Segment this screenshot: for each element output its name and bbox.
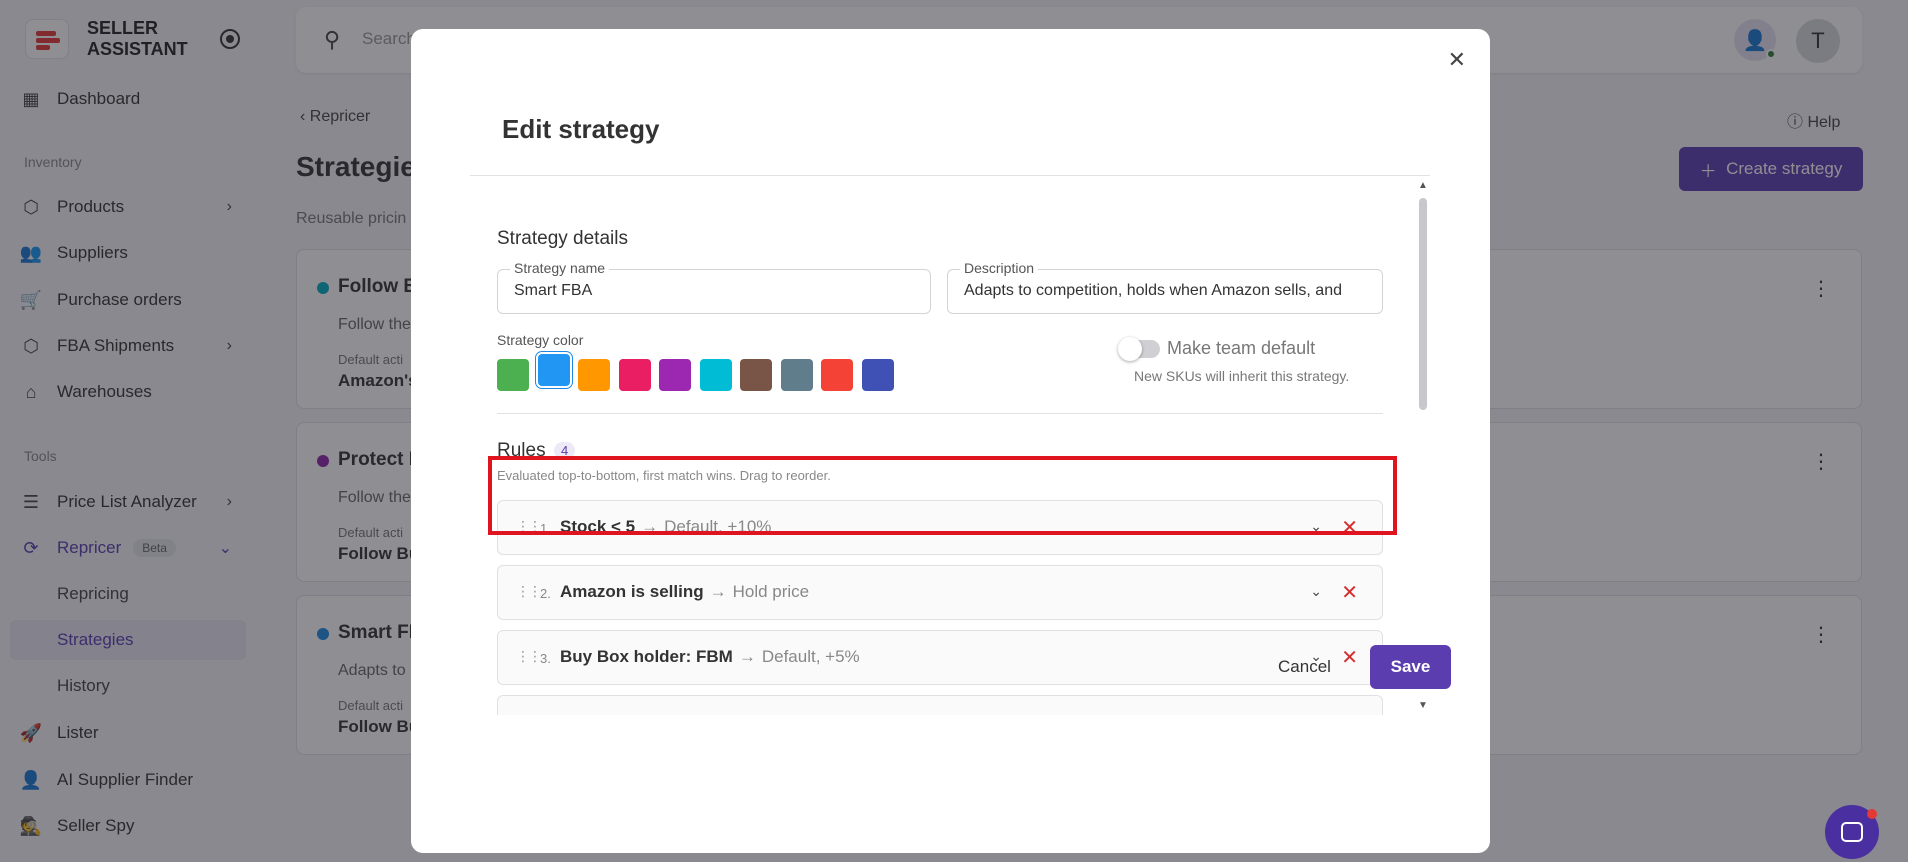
scroll-down-icon[interactable]: ▼ <box>1418 700 1428 711</box>
drag-handle-icon[interactable]: ⋮⋮ <box>516 713 542 715</box>
save-button[interactable]: Save <box>1370 645 1451 689</box>
color-swatch[interactable] <box>618 359 651 391</box>
scrollbar[interactable]: ▲ ▼ <box>1416 176 1430 715</box>
strategy-name-field[interactable]: Strategy name Smart FBA <box>497 260 931 314</box>
field-value: Smart FBA <box>514 282 593 299</box>
field-label: Strategy name <box>510 260 610 276</box>
color-swatch[interactable] <box>497 359 529 391</box>
delete-x-icon[interactable]: ✕ <box>1341 580 1358 605</box>
field-label: Description <box>960 260 1039 276</box>
rule-number: 2. <box>540 586 551 601</box>
field-value: Adapts to competition, holds when Amazon… <box>964 282 1342 299</box>
team-default-hint: New SKUs will inherit this strategy. <box>1134 368 1350 384</box>
color-swatch[interactable] <box>740 359 772 391</box>
notification-dot <box>1867 809 1877 819</box>
delete-x-icon[interactable]: ✕ <box>1341 710 1358 715</box>
close-icon[interactable]: ✕ <box>1448 47 1466 73</box>
drag-handle-icon[interactable]: ⋮⋮ <box>516 583 542 600</box>
color-swatch[interactable] <box>861 359 894 391</box>
rule-condition: No competition <box>560 712 684 715</box>
team-default-label: Make team default <box>1167 338 1316 358</box>
rule-summary: Buy Box holder: FBM → Default, +5% <box>560 647 860 667</box>
color-swatch[interactable] <box>659 359 691 391</box>
rule-summary: No competition → Hold price <box>560 712 789 715</box>
color-swatch[interactable] <box>699 359 732 391</box>
cancel-button[interactable]: Cancel <box>1257 645 1352 689</box>
arrow-icon: → <box>690 712 707 715</box>
team-default-toggle[interactable] <box>1118 337 1160 361</box>
rule-condition: Buy Box holder: FBM <box>560 647 733 666</box>
color-swatch[interactable] <box>821 359 853 391</box>
rule-summary: Amazon is selling → Hold price <box>560 582 809 602</box>
chat-button[interactable] <box>1825 805 1879 859</box>
strategy-details-heading: Strategy details <box>497 228 628 249</box>
modal-title: Edit strategy <box>502 114 660 144</box>
color-swatch[interactable] <box>537 354 570 386</box>
rule-action: Hold price <box>732 582 810 601</box>
description-field[interactable]: Description Adapts to competition, holds… <box>947 260 1383 314</box>
rule-condition: Amazon is selling <box>560 582 704 601</box>
arrow-icon: → <box>709 582 727 601</box>
edit-strategy-modal: ✕ Edit strategy Strategy details Strateg… <box>411 29 1490 853</box>
rule-number: 3. <box>540 651 551 666</box>
rule-action: Default, +5% <box>761 647 860 666</box>
rule-row[interactable]: ⋮⋮ 3. Buy Box holder: FBM → Default, +5% ⌄ ✕ <box>497 630 1383 685</box>
rule-row[interactable]: ⋮⋮4.No competition→Hold price⌄✕ <box>497 695 1383 715</box>
color-swatch[interactable] <box>780 359 813 391</box>
chat-icon <box>1841 822 1863 842</box>
scroll-up-icon[interactable]: ▲ <box>1418 180 1428 191</box>
divider <box>497 413 1383 414</box>
chevron-down-icon[interactable]: ⌄ <box>1310 713 1322 715</box>
color-swatch[interactable] <box>578 359 610 391</box>
scrollbar-thumb[interactable] <box>1419 198 1427 410</box>
arrow-icon: → <box>738 647 756 666</box>
rule-row[interactable]: ⋮⋮ 2. Amazon is selling → Hold price ⌄ ✕ <box>497 565 1383 620</box>
rule-action: Hold price <box>713 712 790 715</box>
chevron-down-icon[interactable]: ⌄ <box>1310 583 1322 600</box>
strategy-color-label: Strategy color <box>497 332 584 348</box>
drag-handle-icon[interactable]: ⋮⋮ <box>516 648 542 665</box>
highlighted-rule-outline <box>488 456 1397 535</box>
modal-scroll-area[interactable]: Strategy details Strategy name Smart FBA… <box>470 176 1430 715</box>
